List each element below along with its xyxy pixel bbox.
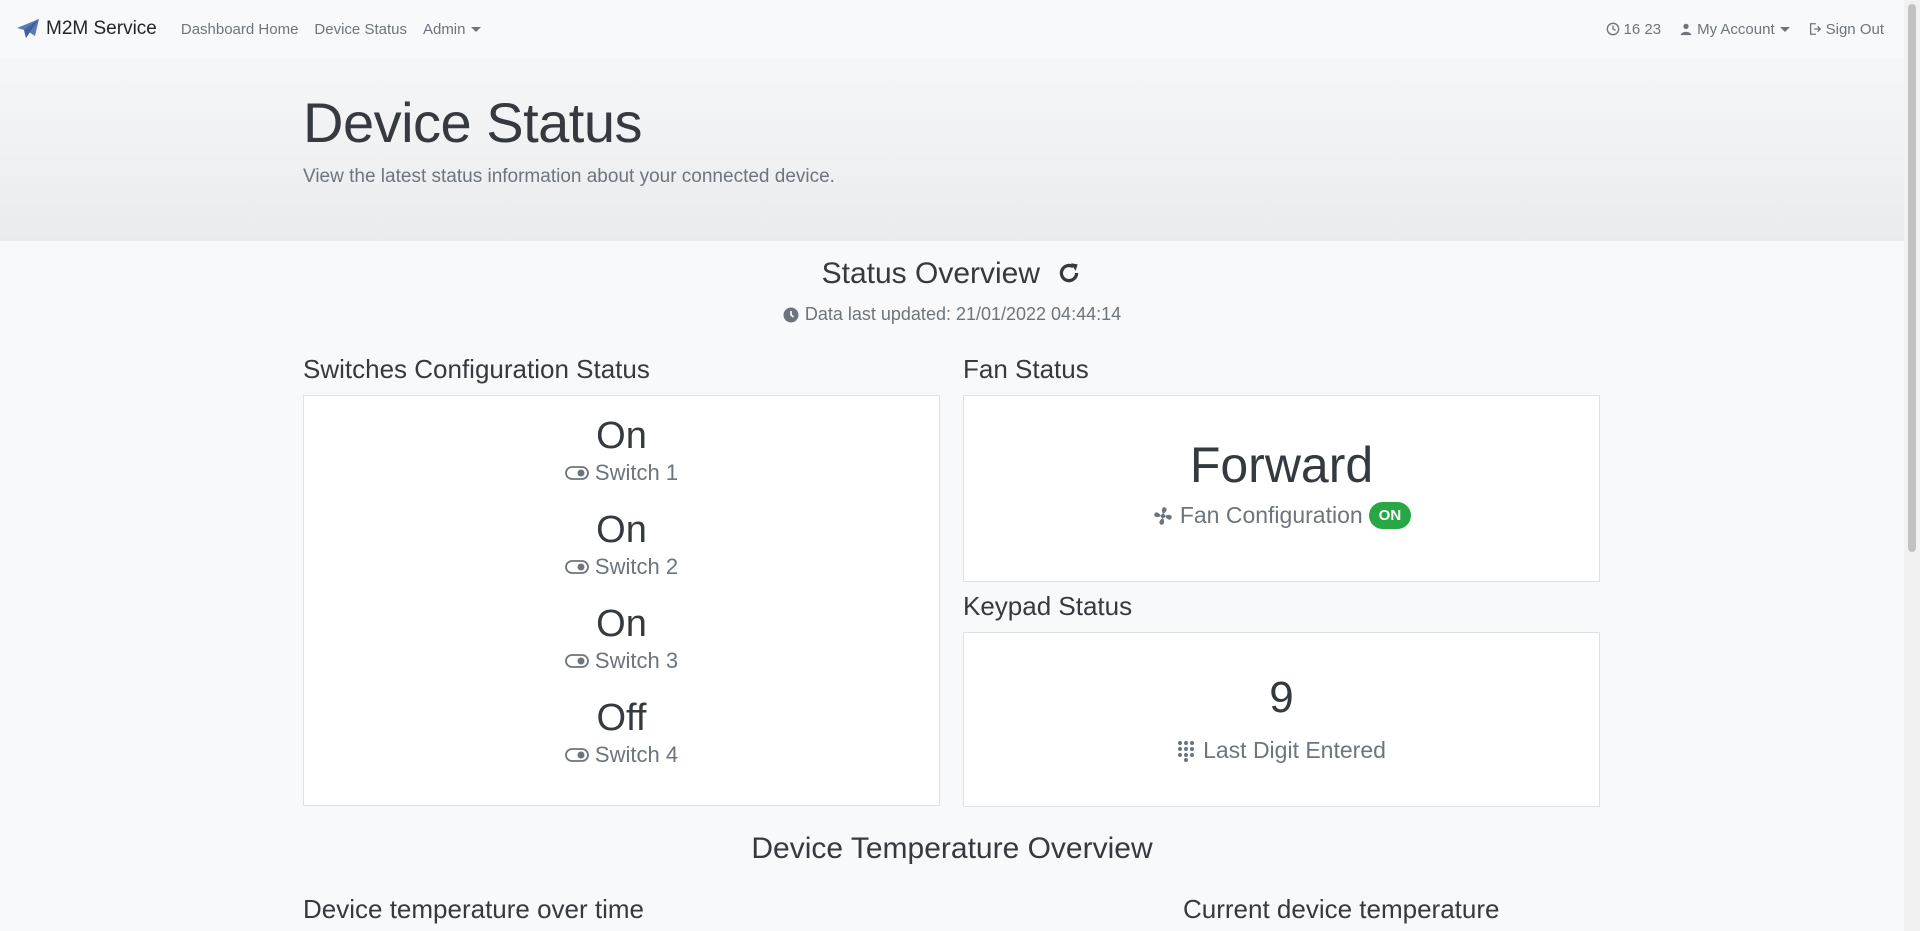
switch-value: On [596,603,647,645]
scrollbar[interactable] [1904,0,1920,931]
status-overview-title: Status Overview [821,257,1041,290]
switch-label: Switch 2 [304,552,939,582]
toggle-icon [565,560,589,574]
refresh-button[interactable] [1048,257,1082,290]
clock-display: 16 23 [1606,20,1662,38]
page-subtitle: View the latest status information about… [303,166,835,187]
last-updated: Data last updated: 21/01/2022 04:44:14 [0,304,1904,325]
sign-out-link[interactable]: Sign Out [1808,21,1884,38]
switch-name: Switch 1 [594,460,679,485]
nav-dashboard-home[interactable]: Dashboard Home [181,21,299,38]
switches-card: On Switch 1 On Switch 2 On Switch 3 Off [303,395,940,806]
refresh-icon [1060,263,1079,283]
toggle-icon [565,748,589,762]
switch-name: Switch 4 [594,742,679,767]
switch-label: Switch 3 [304,646,939,676]
fan-status-title: Fan Status [963,354,1089,384]
status-overview-heading: Status Overview [0,257,1904,291]
scroll-thumb[interactable] [1908,4,1916,552]
caret-down-icon [1779,26,1790,32]
fan-icon [1154,506,1172,525]
my-account-dropdown[interactable]: My Account [1679,21,1790,38]
keypad-status-title: Keypad Status [963,591,1133,621]
my-account-label: My Account [1697,20,1775,38]
switch-item: On Switch 3 [304,602,939,676]
nav-device-status[interactable]: Device Status [314,21,407,38]
temperature-over-time-title: Device temperature over time [303,894,645,924]
switch-item: Off Switch 4 [304,696,939,770]
brand-name: M2M Service [46,18,157,39]
keypad-status-card: 9 Last Digit Entered [963,632,1600,807]
clock-icon [783,307,799,322]
temperature-overview-title: Device Temperature Overview [751,832,1153,865]
toggle-icon [565,654,589,668]
switch-label: Switch 4 [304,740,939,770]
last-digit-label: Last Digit Entered [1203,737,1386,763]
switches-title: Switches Configuration Status [303,354,650,384]
clock-icon [1606,22,1619,36]
fan-configuration-label: Fan Configuration [1179,502,1363,528]
sign-out-icon [1809,23,1821,35]
last-updated-text: Data last updated: 21/01/2022 04:44:14 [804,304,1122,324]
nav-admin-dropdown[interactable]: Admin [423,21,481,38]
keypad-icon [1178,740,1195,762]
main-content: Status Overview Data last updated: 21/01… [0,241,1904,931]
switch-name: Switch 2 [594,554,679,579]
current-temperature-title: Current device temperature [1183,894,1500,924]
paper-plane-icon [17,19,39,38]
switch-item: On Switch 1 [304,414,939,488]
switch-item: On Switch 2 [304,508,939,582]
switch-name: Switch 3 [594,648,679,673]
fan-status-card: Forward Fan Configuration ON [963,395,1600,582]
caret-down-icon [470,26,481,32]
nav-admin-label: Admin [422,20,466,38]
user-icon [1680,23,1692,36]
switch-value: Off [596,697,647,739]
fan-direction: Forward [1189,437,1374,493]
clock-time: 16 23 [1623,20,1662,38]
sign-out-label: Sign Out [1825,20,1884,38]
switch-value: On [596,415,647,457]
brand[interactable]: M2M Service [16,18,157,40]
page-header: Device Status View the latest status inf… [0,58,1904,241]
switch-value: On [596,509,647,551]
status-badge: ON [1368,502,1412,529]
fan-configuration: Fan Configuration ON [964,502,1599,529]
last-digit: Last Digit Entered [964,737,1599,764]
page-title: Device Status [303,91,643,154]
last-digit-value: 9 [1269,673,1294,722]
switch-label: Switch 1 [304,458,939,488]
toggle-icon [565,466,589,480]
navbar: M2M Service Dashboard Home Device Status… [0,0,1904,58]
